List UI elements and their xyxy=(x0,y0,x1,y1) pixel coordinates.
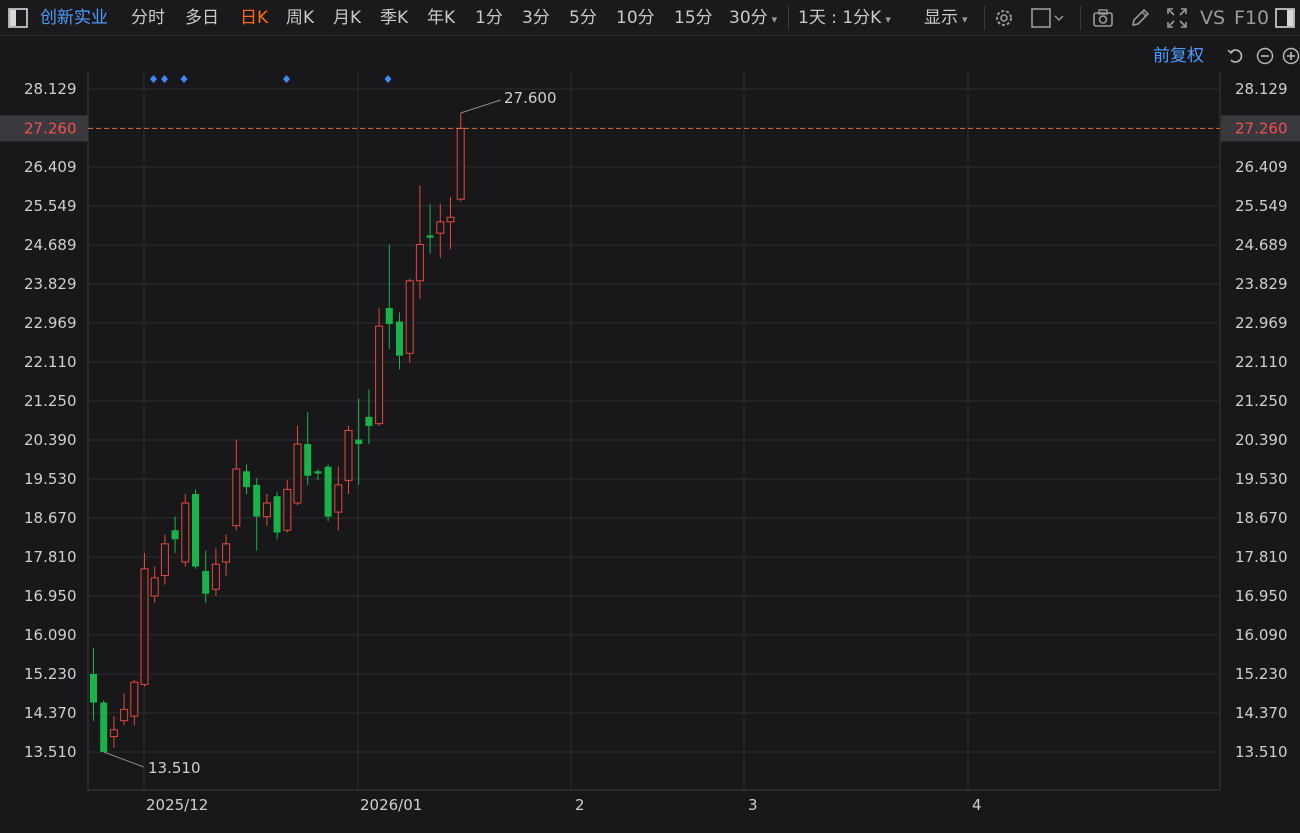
candle-body xyxy=(273,496,281,533)
high-annotation-leader xyxy=(460,99,501,114)
y-tick-label-left: 16.090 xyxy=(24,626,77,644)
candlestick-chart[interactable]: 28.129 28.129 27.260 27.260 26.409 26.409 25.5… xyxy=(0,0,1300,833)
candle-body xyxy=(171,530,179,540)
y-tick-label-right: 24.689 xyxy=(1235,236,1288,254)
candle-body xyxy=(314,471,322,474)
y-tick-label-left: 20.390 xyxy=(24,431,77,449)
y-tick-label-left: 22.110 xyxy=(24,353,77,371)
candle-body xyxy=(375,325,384,425)
candle-body xyxy=(211,563,220,590)
y-tick-label-left: 16.950 xyxy=(24,587,77,605)
y-tick-label-right: 19.530 xyxy=(1235,470,1288,488)
candle-body xyxy=(202,571,210,594)
y-tick-label-left: 28.129 xyxy=(24,80,77,98)
candle-body xyxy=(232,468,241,527)
y-tick-label-right: 21.250 xyxy=(1235,392,1288,410)
low-annotation: 13.510 xyxy=(148,759,201,777)
candle-body xyxy=(456,127,465,200)
x-tick-label: 3 xyxy=(748,796,758,814)
y-tick-label-right: 17.810 xyxy=(1235,548,1288,566)
candle-body xyxy=(243,471,250,488)
candle-body xyxy=(324,466,332,517)
y-tick-label-right: 25.549 xyxy=(1235,197,1288,215)
candle-body xyxy=(253,484,261,517)
candle-body xyxy=(222,543,231,563)
y-tick-label-right: 16.090 xyxy=(1235,626,1288,644)
current-price-label-right: 27.260 xyxy=(1235,119,1288,137)
candle-body xyxy=(355,439,363,445)
candle-body xyxy=(181,502,190,563)
y-tick-label-right: 13.510 xyxy=(1235,743,1288,761)
candle-body xyxy=(192,493,199,567)
y-tick-label-left: 19.530 xyxy=(24,470,77,488)
y-tick-label-left: 24.689 xyxy=(24,236,77,254)
y-tick-label-right: 15.230 xyxy=(1235,665,1288,683)
candle-body xyxy=(109,729,118,738)
y-tick-label-right: 22.110 xyxy=(1235,353,1288,371)
candle-body xyxy=(426,235,434,238)
candle-body xyxy=(304,444,312,476)
candle-body xyxy=(293,443,302,504)
y-tick-label-right: 26.409 xyxy=(1235,158,1288,176)
candle-body xyxy=(262,502,271,518)
y-tick-label-left: 15.230 xyxy=(24,665,77,683)
candle-body xyxy=(150,577,159,597)
y-tick-label-left: 23.829 xyxy=(24,275,77,293)
x-tick-label: 2025/12 xyxy=(146,796,208,814)
y-tick-label-right: 20.390 xyxy=(1235,431,1288,449)
y-tick-label-left: 26.409 xyxy=(24,158,77,176)
y-tick-label-left: 17.810 xyxy=(24,548,77,566)
y-tick-label-left: 21.250 xyxy=(24,392,77,410)
candle-body xyxy=(100,702,108,752)
candle-body xyxy=(365,416,373,426)
y-tick-label-right: 18.670 xyxy=(1235,509,1288,527)
event-marker[interactable] xyxy=(283,75,290,83)
y-tick-label-left: 18.670 xyxy=(24,509,77,527)
event-marker[interactable] xyxy=(161,75,168,83)
candle-body xyxy=(446,216,455,223)
candle-body xyxy=(405,280,414,354)
y-tick-label-right: 22.969 xyxy=(1235,314,1288,332)
candle-body xyxy=(90,673,97,703)
y-tick-label-left: 14.370 xyxy=(24,704,77,722)
y-tick-label-right: 14.370 xyxy=(1235,704,1288,722)
low-annotation-leader xyxy=(103,751,144,768)
event-marker[interactable] xyxy=(384,75,392,83)
candle-body xyxy=(385,308,393,324)
candle-body xyxy=(344,429,353,481)
event-marker[interactable] xyxy=(150,75,157,83)
x-tick-label: 2026/01 xyxy=(360,796,422,814)
candle-body xyxy=(130,681,139,717)
candle-body xyxy=(160,543,169,577)
candle-body xyxy=(334,484,343,513)
x-tick-label: 2 xyxy=(575,796,585,814)
current-price-label-left: 27.260 xyxy=(24,119,77,137)
candle-body xyxy=(415,244,424,282)
x-tick-label: 4 xyxy=(972,796,982,814)
y-tick-label-right: 23.829 xyxy=(1235,275,1288,293)
event-marker[interactable] xyxy=(180,75,188,83)
y-tick-label-right: 16.950 xyxy=(1235,587,1288,605)
candle-body xyxy=(120,708,129,722)
high-annotation: 27.600 xyxy=(504,89,557,107)
candle-body xyxy=(396,321,403,356)
y-tick-label-left: 22.969 xyxy=(24,314,77,332)
candle-body xyxy=(436,221,445,234)
y-tick-label-right: 28.129 xyxy=(1235,80,1288,98)
y-tick-label-left: 13.510 xyxy=(24,743,77,761)
candle-body xyxy=(140,568,149,685)
candle-body xyxy=(283,488,292,531)
y-tick-label-left: 25.549 xyxy=(24,197,77,215)
